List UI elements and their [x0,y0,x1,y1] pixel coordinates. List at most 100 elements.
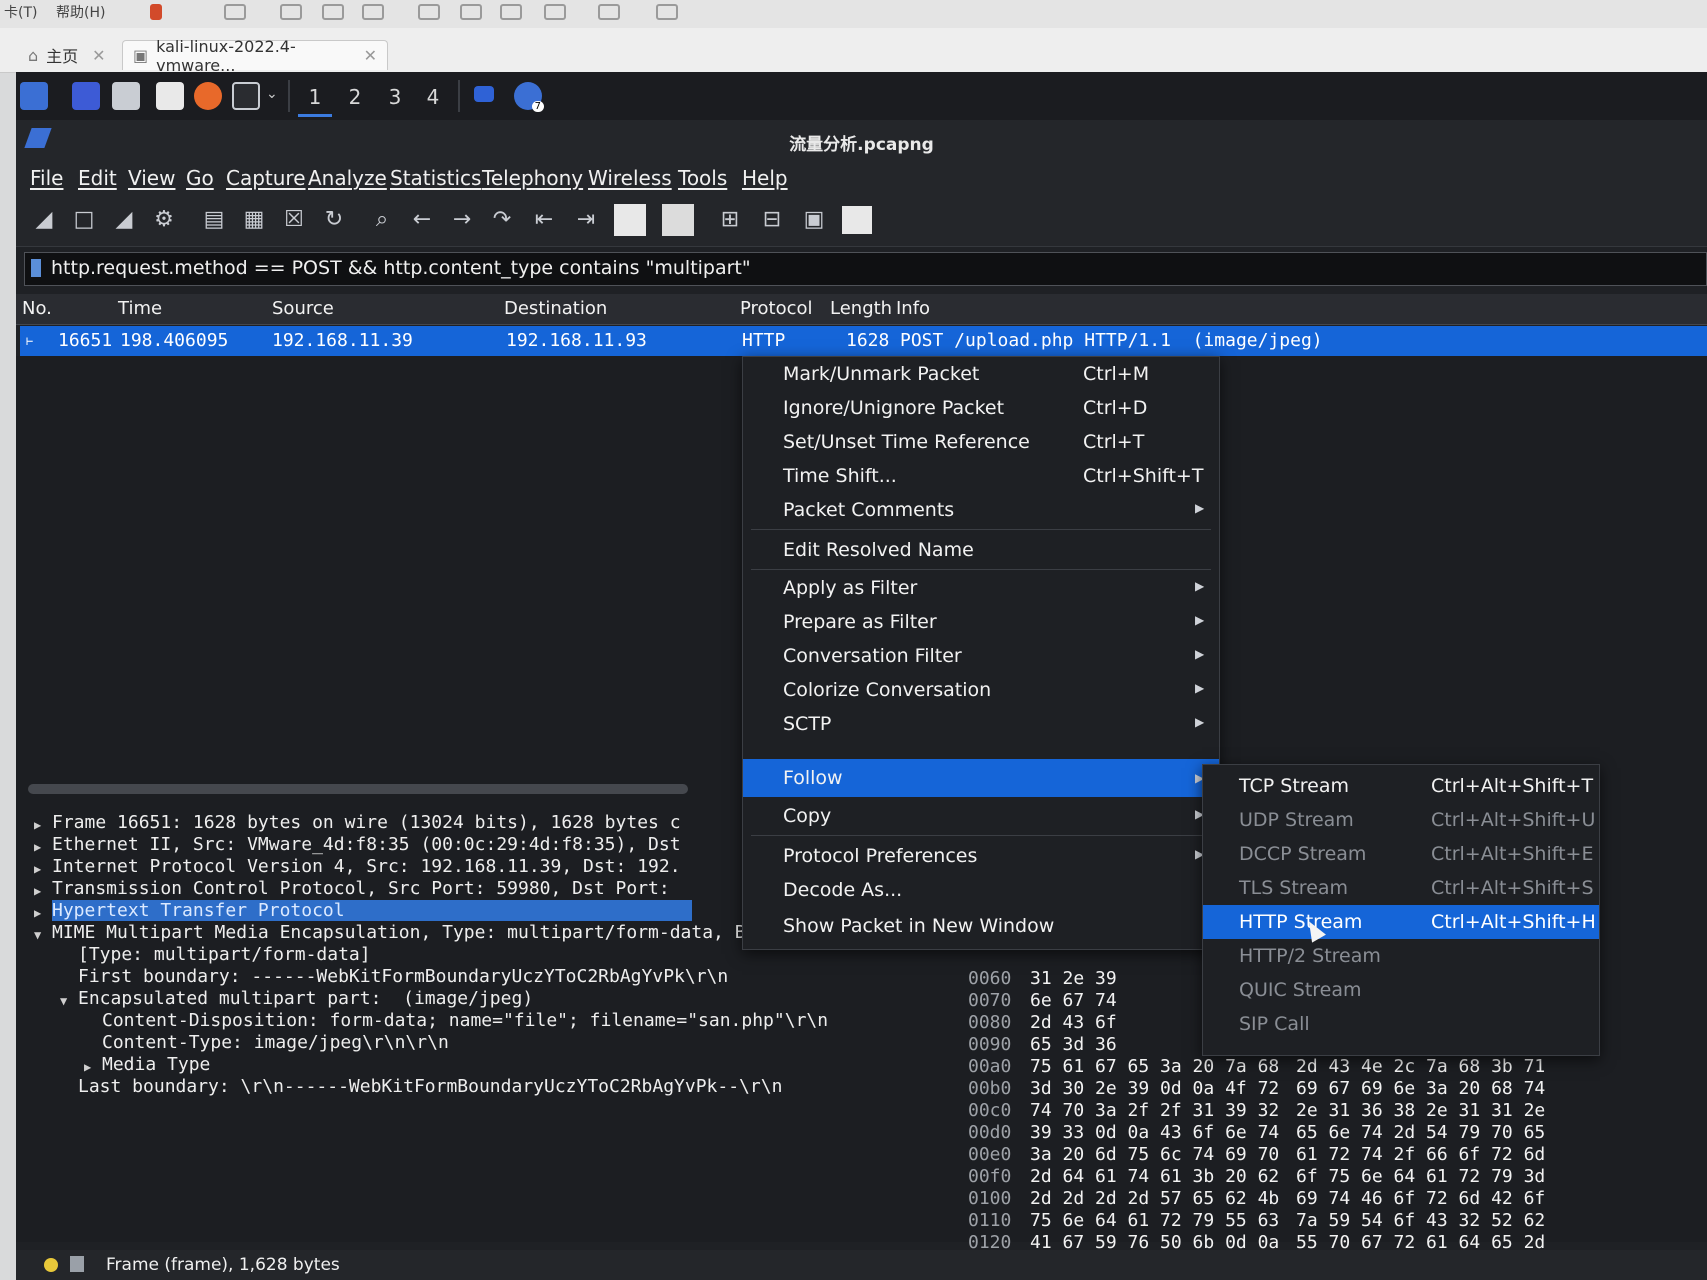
detail-mime-type[interactable]: [Type: multipart/form-data] [78,944,371,965]
capture-options-icon[interactable]: ⚙ [150,206,178,234]
close-icon[interactable]: ✕ [92,46,105,65]
enlarge-icon[interactable] [656,4,678,20]
workspace-1[interactable]: 1 [298,80,332,117]
workspace-4[interactable]: 4 [416,80,450,114]
revert-icon[interactable] [322,4,344,20]
desktop-icon[interactable] [72,82,100,110]
column-source[interactable]: Source [272,298,334,319]
go-to-packet-icon[interactable]: ↷ [488,206,516,234]
find-packet-icon[interactable]: ⌕ [368,206,396,234]
go-forward-icon[interactable]: → [448,206,476,234]
kali-menu-icon[interactable] [20,82,48,110]
menu-item-mark-packet[interactable]: Mark/Unmark Packet Ctrl+M [743,357,1219,391]
hex-row[interactable]: 00f0 2d 64 61 74 61 3b 20 62 6f 75 6e 64 6… [946,1166,1707,1187]
menu-item-prepare-as-filter[interactable]: Prepare as Filter ▶ [743,605,1219,639]
menu-item-protocol-preferences[interactable]: Protocol Preferences ▶ [743,839,1219,873]
column-no[interactable]: No. [22,298,52,319]
window-button-icon[interactable] [474,86,494,102]
normal-size-icon[interactable]: ▣ [800,206,828,234]
tab-home[interactable]: ⌂ 主页 ✕ [18,40,118,70]
stretch-icon[interactable] [544,4,566,20]
menu-item-packet-comments[interactable]: Packet Comments ▶ [743,493,1219,527]
zoom-out-icon[interactable]: ⊟ [758,206,786,234]
send-keys-icon[interactable] [224,4,246,20]
auto-scroll-icon[interactable] [614,204,646,236]
menu-go[interactable]: Go [186,166,214,190]
capture-comment-icon[interactable] [70,1256,84,1272]
bookmark-icon[interactable] [31,259,41,277]
detail-http[interactable]: Hypertext Transfer Protocol [52,900,692,921]
hex-row[interactable]: 00e0 3a 20 6d 75 6c 74 69 70 61 72 74 2f 6… [946,1144,1707,1165]
hex-row[interactable]: 00a0 75 61 67 65 3a 20 7a 68 2d 43 4e 2c 7… [946,1056,1707,1077]
reload-file-icon[interactable]: ↻ [320,206,348,234]
menu-item-colorize-conversation[interactable]: Colorize Conversation ▶ [743,673,1219,707]
hex-row[interactable]: 00c0 74 70 3a 2f 2f 31 39 32 2e 31 36 38 2… [946,1100,1707,1121]
column-time[interactable]: Time [118,298,162,319]
collapse-triangle-icon[interactable]: ▼ [60,994,67,1008]
detail-last-boundary[interactable]: Last boundary: \r\n------WebKitFormBound… [78,1076,782,1097]
hex-row[interactable]: 00d0 39 33 0d 0a 43 6f 6e 74 65 6e 74 2d 5… [946,1122,1707,1143]
packet-list-scrollbar[interactable] [28,784,688,794]
menu-help[interactable]: Help [742,166,788,190]
detail-media-type[interactable]: Media Type [102,1054,210,1075]
display-filter-text[interactable]: http.request.method == POST && http.cont… [51,257,751,279]
firefox-icon[interactable] [194,82,222,110]
detail-content-type[interactable]: Content-Type: image/jpeg\r\n\r\n [102,1032,449,1053]
expert-info-led-icon[interactable] [44,1258,58,1272]
expand-triangle-icon[interactable]: ▶ [34,818,41,832]
menu-tools[interactable]: Tools [678,166,727,190]
column-destination[interactable]: Destination [504,298,607,319]
colorize-icon[interactable] [662,204,694,236]
menu-statistics[interactable]: Statistics [390,166,481,190]
menu-item-show-packet-new-window[interactable]: Show Packet in New Window [743,909,1219,943]
packet-row[interactable]: ⊢ 16651 198.406095 192.168.11.39 192.168… [20,326,1707,356]
expand-triangle-icon[interactable]: ▶ [34,884,41,898]
menu-item-sctp[interactable]: SCTP ▶ [743,707,1219,741]
chevron-down-icon[interactable]: ⌄ [266,86,278,102]
detail-tcp[interactable]: Transmission Control Protocol, Src Port:… [52,878,670,899]
menu-telephony[interactable]: Telephony [482,166,583,190]
wireshark-task-icon[interactable]: 7 [514,82,544,112]
menu-file[interactable]: File [30,166,63,190]
submenu-item-tcp-stream[interactable]: TCP Stream Ctrl+Alt+Shift+T [1203,769,1599,803]
snapshot-icon[interactable] [280,4,302,20]
file-manager-icon[interactable] [112,82,140,110]
menu-wireless[interactable]: Wireless [588,166,672,190]
detail-content-disposition[interactable]: Content-Disposition: form-data; name="fi… [102,1010,828,1031]
menu-edit[interactable]: Edit [78,166,117,190]
column-length[interactable]: Length [830,298,892,319]
display-filter-input[interactable]: http.request.method == POST && http.cont… [24,252,1707,286]
view-icon[interactable] [418,4,440,20]
menu-item-time-reference[interactable]: Set/Unset Time Reference Ctrl+T [743,425,1219,459]
go-back-icon[interactable]: ← [408,206,436,234]
menu-analyze[interactable]: Analyze [308,166,387,190]
console-icon[interactable] [598,4,620,20]
workspace-2[interactable]: 2 [338,80,372,114]
close-icon[interactable]: ✕ [364,46,377,65]
expand-triangle-icon[interactable]: ▶ [34,862,41,876]
detail-ethernet[interactable]: Ethernet II, Src: VMware_4d:f8:35 (00:0c… [52,834,681,855]
hex-row[interactable]: 0120 41 67 59 76 50 6b 0d 0a 55 70 67 72 6… [946,1232,1707,1253]
collapse-triangle-icon[interactable]: ▼ [34,928,41,942]
detail-encapsulated-part[interactable]: Encapsulated multipart part: (image/jpeg… [78,988,533,1009]
last-packet-icon[interactable]: ⇥ [572,206,600,234]
menu-item-ignore-packet[interactable]: Ignore/Unignore Packet Ctrl+D [743,391,1219,425]
restart-capture-icon[interactable]: ◢ [110,206,138,234]
menu-item-decode-as[interactable]: Decode As... [743,873,1219,907]
menu-item-copy[interactable]: Copy ▶ [743,799,1219,833]
zoom-in-icon[interactable]: ⊞ [716,206,744,234]
detail-first-boundary[interactable]: First boundary: ------WebKitFormBoundary… [78,966,728,987]
fullscreen-icon[interactable] [460,4,482,20]
host-menu-item[interactable]: 帮助(H) [56,2,105,22]
manage-snapshots-icon[interactable] [362,4,384,20]
expand-triangle-icon[interactable]: ▶ [34,840,41,854]
terminal-icon[interactable] [232,82,260,110]
column-protocol[interactable]: Protocol [740,298,813,319]
menu-view[interactable]: View [128,166,175,190]
workspace-3[interactable]: 3 [378,80,412,114]
start-capture-icon[interactable]: ◢ [30,206,58,234]
menu-item-follow[interactable]: Follow ▶ [743,759,1219,797]
unity-icon[interactable] [500,4,522,20]
menu-item-time-shift[interactable]: Time Shift... Ctrl+Shift+T [743,459,1219,493]
hex-row[interactable]: 00b0 3d 30 2e 39 0d 0a 4f 72 69 67 69 6e 3… [946,1078,1707,1099]
